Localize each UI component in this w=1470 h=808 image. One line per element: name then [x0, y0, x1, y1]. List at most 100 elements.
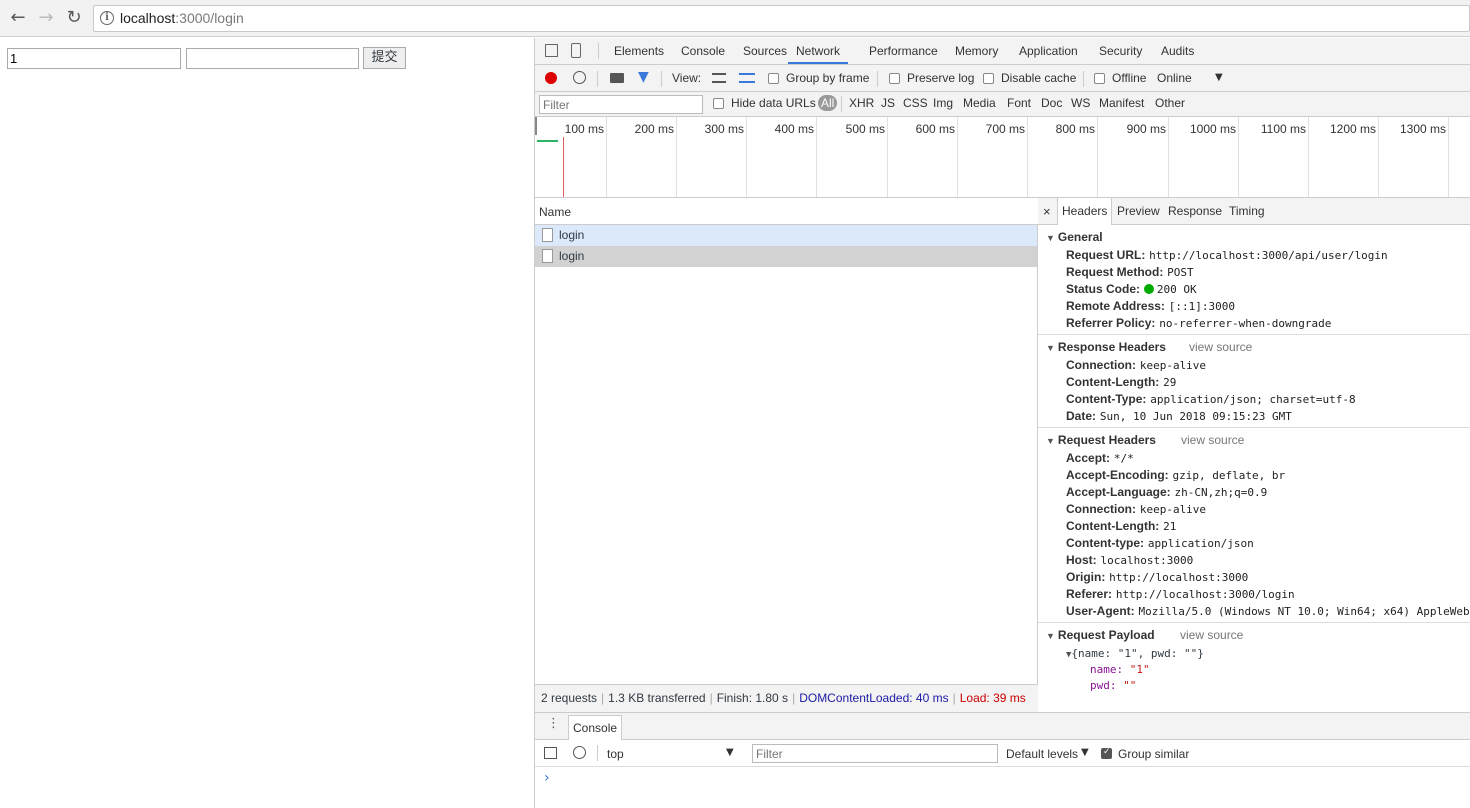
timeline-overview[interactable]: 100 ms 200 ms 300 ms 400 ms 500 ms 600 m… [535, 117, 1470, 198]
offline-checkbox[interactable] [1094, 73, 1105, 84]
timeline-tick: 1100 ms [1260, 122, 1306, 136]
payload-key: pwd: [1090, 679, 1117, 692]
header-value: application/json; charset=utf-8 [1150, 393, 1356, 406]
type-filter-font[interactable]: Font [1007, 96, 1031, 110]
type-filter-all[interactable]: All [818, 95, 838, 111]
group-by-frame-label: Group by frame [786, 71, 870, 85]
tab-headers[interactable]: Headers [1057, 198, 1113, 225]
table-row[interactable]: login [535, 246, 1037, 267]
submit-button[interactable]: 提交 [363, 47, 406, 69]
reload-icon[interactable]: ↻ [64, 8, 84, 28]
timeline-tick: 100 ms [564, 122, 604, 136]
info-icon[interactable]: i [100, 11, 114, 25]
timeline-request-bar [537, 140, 558, 142]
header-key: Date: [1066, 409, 1097, 423]
type-filter-ws[interactable]: WS [1071, 96, 1090, 110]
sidebar-toggle-icon[interactable] [544, 747, 557, 759]
name-column-header[interactable]: Name [539, 205, 571, 219]
group-similar-checkbox[interactable] [1101, 747, 1112, 759]
timeline-tick: 900 ms [1126, 122, 1166, 136]
header-value: gzip, deflate, br [1172, 469, 1286, 482]
forward-arrow-icon[interactable]: → [36, 8, 56, 28]
preserve-log-checkbox[interactable] [889, 73, 900, 84]
request-headers-section-title[interactable]: ▼ Request Headers [1046, 433, 1156, 447]
type-filter-img[interactable]: Img [933, 96, 953, 110]
request-name: login [559, 228, 585, 242]
table-row[interactable]: login [535, 225, 1037, 246]
tab-response[interactable]: Response [1168, 198, 1222, 225]
inspect-element-icon[interactable] [545, 44, 558, 57]
tab-console[interactable]: Console [681, 38, 725, 64]
levels-dropdown-icon[interactable]: ▼ [1081, 747, 1089, 758]
header-key: Origin: [1066, 570, 1106, 584]
tab-audits[interactable]: Audits [1161, 38, 1194, 64]
header-row: Request URL: http://localhost:3000/api/u… [1066, 248, 1388, 262]
tab-sources[interactable]: Sources [743, 38, 787, 64]
request-name: login [559, 249, 585, 263]
view-source-link[interactable]: view source [1180, 628, 1243, 642]
type-filter-css[interactable]: CSS [903, 96, 928, 110]
request-list: Name login login [535, 198, 1038, 684]
hide-data-urls-checkbox[interactable] [713, 98, 724, 109]
header-row: Date: Sun, 10 Jun 2018 09:15:23 GMT [1066, 409, 1292, 423]
context-dropdown-icon[interactable]: ▼ [726, 747, 734, 758]
status-ok-icon [1143, 284, 1154, 294]
back-arrow-icon[interactable]: ← [8, 8, 28, 28]
log-levels-select[interactable]: Default levels [1006, 747, 1078, 761]
request-payload-section-title[interactable]: ▼ Request Payload [1046, 628, 1155, 642]
general-section-title[interactable]: ▼ General [1046, 230, 1103, 244]
response-headers-section-title[interactable]: ▼ Response Headers [1046, 340, 1166, 354]
header-key: Accept-Encoding: [1066, 468, 1169, 482]
timeline-tick: 1200 ms [1329, 122, 1376, 136]
type-filter-media[interactable]: Media [963, 96, 996, 110]
type-filter-xhr[interactable]: XHR [849, 96, 874, 110]
tab-performance[interactable]: Performance [869, 38, 938, 64]
tab-application[interactable]: Application [1019, 38, 1078, 64]
type-filter-doc[interactable]: Doc [1041, 96, 1062, 110]
header-key: Content-Type: [1066, 392, 1147, 406]
preserve-log-label: Preserve log [907, 71, 975, 85]
waterfall-icon[interactable] [739, 73, 755, 83]
view-source-link[interactable]: view source [1181, 433, 1244, 447]
tab-memory[interactable]: Memory [955, 38, 998, 64]
console-filter-input[interactable] [752, 744, 998, 763]
record-icon[interactable] [545, 72, 557, 84]
tab-timing[interactable]: Timing [1229, 198, 1265, 225]
tab-drawer-console[interactable]: Console [568, 715, 623, 740]
request-list-header[interactable]: Name [535, 198, 1038, 225]
throttle-dropdown-icon[interactable]: ▼ [1215, 72, 1223, 83]
close-icon[interactable]: × [1043, 198, 1051, 225]
header-value: http://localhost:3000 [1109, 571, 1249, 584]
console-drawer: ⋮ Console top ▼ Default levels ▼ Group s… [535, 712, 1470, 808]
header-row: Referrer Policy: no-referrer-when-downgr… [1066, 316, 1331, 330]
name-input[interactable] [7, 48, 181, 69]
view-source-link[interactable]: view source [1189, 340, 1252, 354]
timeline-handle[interactable] [535, 117, 537, 135]
capture-screenshots-icon[interactable] [610, 73, 624, 83]
tab-network[interactable]: Network [788, 38, 849, 64]
throttle-select[interactable]: Online [1157, 71, 1192, 85]
device-toolbar-icon[interactable] [571, 43, 581, 58]
address-bar[interactable]: i localhost:3000/login [93, 5, 1470, 32]
tab-elements[interactable]: Elements [614, 38, 664, 64]
type-filter-other[interactable]: Other [1155, 96, 1185, 110]
console-prompt[interactable]: › [544, 770, 550, 786]
more-options-icon[interactable]: ⋮ [547, 716, 560, 731]
filter-funnel-icon[interactable]: ▼ [638, 69, 649, 85]
disable-cache-checkbox[interactable] [983, 73, 994, 84]
large-rows-icon[interactable] [712, 73, 726, 83]
password-input[interactable] [186, 48, 359, 69]
clear-icon[interactable] [573, 71, 586, 84]
header-key: Referrer Policy: [1066, 316, 1156, 330]
filter-input[interactable] [539, 95, 703, 114]
hide-data-urls-label: Hide data URLs [731, 96, 816, 110]
group-by-frame-checkbox[interactable] [768, 73, 779, 84]
tab-security[interactable]: Security [1099, 38, 1142, 64]
payload-summary[interactable]: ▼{name: "1", pwd: ""} [1066, 647, 1204, 660]
type-filter-js[interactable]: JS [881, 96, 895, 110]
header-row: Content-Length: 21 [1066, 519, 1176, 533]
context-select[interactable]: top [607, 747, 624, 761]
clear-console-icon[interactable] [573, 746, 586, 759]
tab-preview[interactable]: Preview [1117, 198, 1160, 225]
type-filter-manifest[interactable]: Manifest [1099, 96, 1144, 110]
